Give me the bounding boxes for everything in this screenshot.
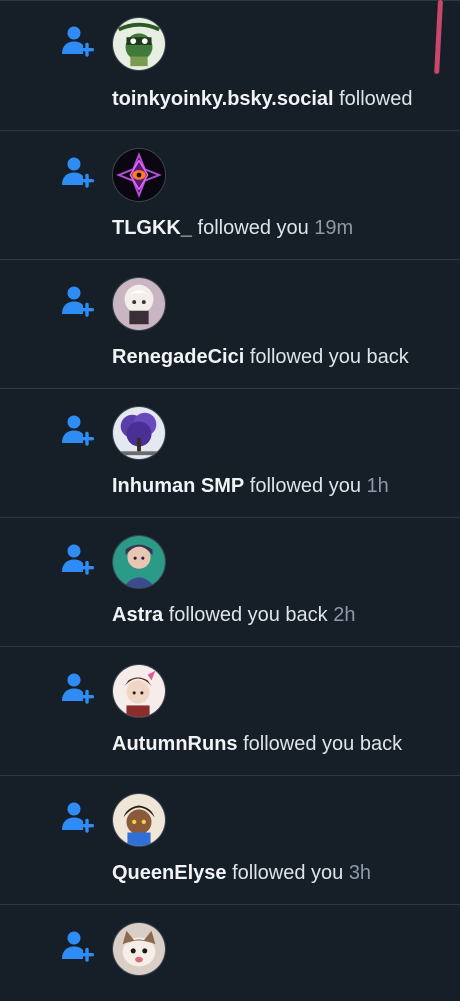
avatar-queenelyse[interactable] [112,793,166,847]
notification-item[interactable]: Inhuman SMP followed you 1h [0,389,460,518]
username-link[interactable]: toinkyoinky.bsky.social [112,88,334,110]
person-plus-icon [60,24,96,60]
notification-action: followed you back [244,346,409,368]
notification-item[interactable]: toinkyoinky.bsky.social followed [0,0,460,131]
notification-text: Inhuman SMP followed you 1h [112,473,389,499]
notification-text: RenegadeCici followed you back [112,344,409,370]
username-link[interactable]: RenegadeCici [112,346,244,368]
avatar-astra[interactable] [112,535,166,589]
notification-item[interactable] [0,905,460,1001]
person-plus-icon [60,800,96,836]
notification-item[interactable]: QueenElyse followed you 3h [0,776,460,905]
notification-action: followed you [192,217,315,239]
avatar-tlgkk[interactable] [112,148,166,202]
notification-action: followed you [226,862,349,884]
person-plus-icon [60,929,96,965]
notification-item[interactable]: TLGKK_ followed you 19m [0,131,460,260]
avatar-toinkyoinky[interactable] [112,17,166,71]
notification-time: 3h [348,862,372,884]
avatar-inhuman-smp[interactable] [112,406,166,460]
notification-action: followed you back [163,604,334,626]
notification-text: toinkyoinky.bsky.social followed [112,86,413,112]
avatar-cat[interactable] [112,922,166,976]
notification-action: followed you [244,475,367,497]
username-link[interactable]: QueenElyse [112,862,227,884]
notification-item[interactable]: RenegadeCici followed you back [0,260,460,389]
notification-text: Astra followed you back 2h [112,602,356,628]
notification-action: followed [333,88,413,110]
notification-text: QueenElyse followed you 3h [112,860,371,886]
username-link[interactable]: Inhuman SMP [112,475,244,497]
person-plus-icon [60,542,96,578]
notification-text: TLGKK_ followed you 19m [112,215,353,241]
notifications-feed: toinkyoinky.bsky.social followed TLGKK_ … [0,0,460,1001]
notification-item[interactable]: AutumnRuns followed you back [0,647,460,776]
notification-time: 1h [366,475,389,497]
notification-time: 2h [333,604,356,626]
person-plus-icon [60,413,96,449]
person-plus-icon [60,284,96,320]
notification-time: 19m [314,217,354,239]
notification-item[interactable]: Astra followed you back 2h [0,518,460,647]
username-link[interactable]: AutumnRuns [112,733,238,755]
person-plus-icon [60,155,96,191]
notification-action: followed you back [237,733,403,755]
username-link[interactable]: Astra [112,604,163,626]
avatar-autumnruns[interactable] [112,664,166,718]
avatar-renegadecici[interactable] [112,277,166,331]
person-plus-icon [60,671,96,707]
username-link[interactable]: TLGKK_ [112,217,192,239]
notification-text: AutumnRuns followed you back [112,731,402,757]
